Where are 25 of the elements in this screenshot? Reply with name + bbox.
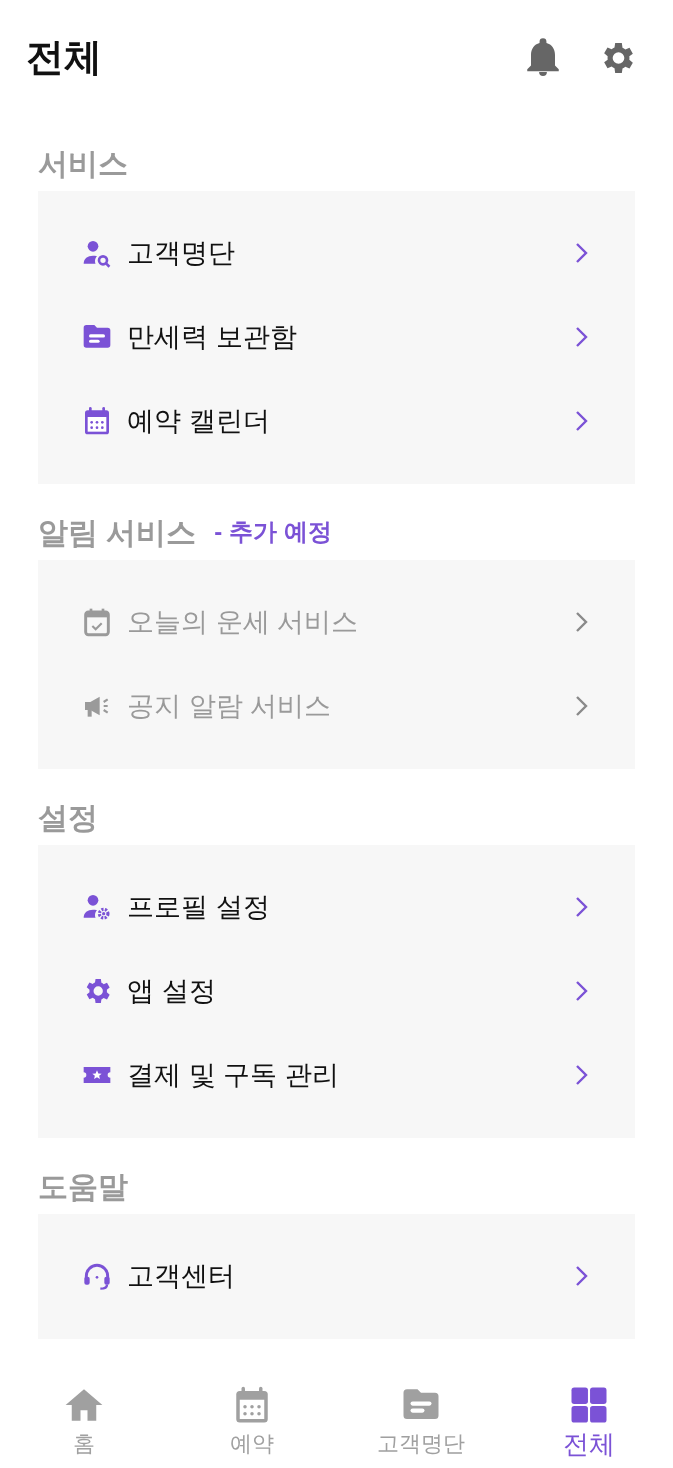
menu-item[interactable]: 프로필 설정 — [38, 865, 635, 949]
chevron-right-icon — [575, 326, 589, 348]
menu-item[interactable]: 만세력 보관함 — [38, 295, 635, 379]
section-heading: 도움말 — [38, 1168, 128, 1205]
chevron-right-icon — [575, 980, 589, 1002]
section-heading: 알림 서비스 — [38, 514, 197, 551]
chevron-right-icon — [575, 695, 589, 717]
menu-item[interactable]: 고객센터 — [38, 1234, 635, 1318]
bell-icon[interactable] — [525, 37, 561, 78]
chevron-right-icon — [575, 242, 589, 264]
section-heading: 서비스 — [38, 145, 128, 182]
menu-item[interactable]: 앱 설정 — [38, 949, 635, 1033]
chevron-right-icon — [575, 896, 589, 918]
chevron-right-icon — [575, 410, 589, 432]
nav-tab[interactable]: 전체 — [504, 1370, 673, 1468]
chevron-right-icon — [575, 1265, 589, 1287]
page-title: 전체 — [26, 35, 102, 80]
menu-item[interactable]: 예약 캘린더 — [38, 379, 635, 463]
chevron-right-icon — [575, 611, 589, 633]
section-heading: 설정 — [38, 799, 98, 836]
menu-item[interactable]: 결제 및 구독 관리 — [38, 1033, 635, 1117]
coming-soon-note: - 추가 예정 — [214, 517, 332, 547]
menu-item[interactable]: 고객명단 — [38, 211, 635, 295]
calendar-check-icon — [81, 606, 113, 638]
chevron-right-icon — [575, 1064, 589, 1086]
